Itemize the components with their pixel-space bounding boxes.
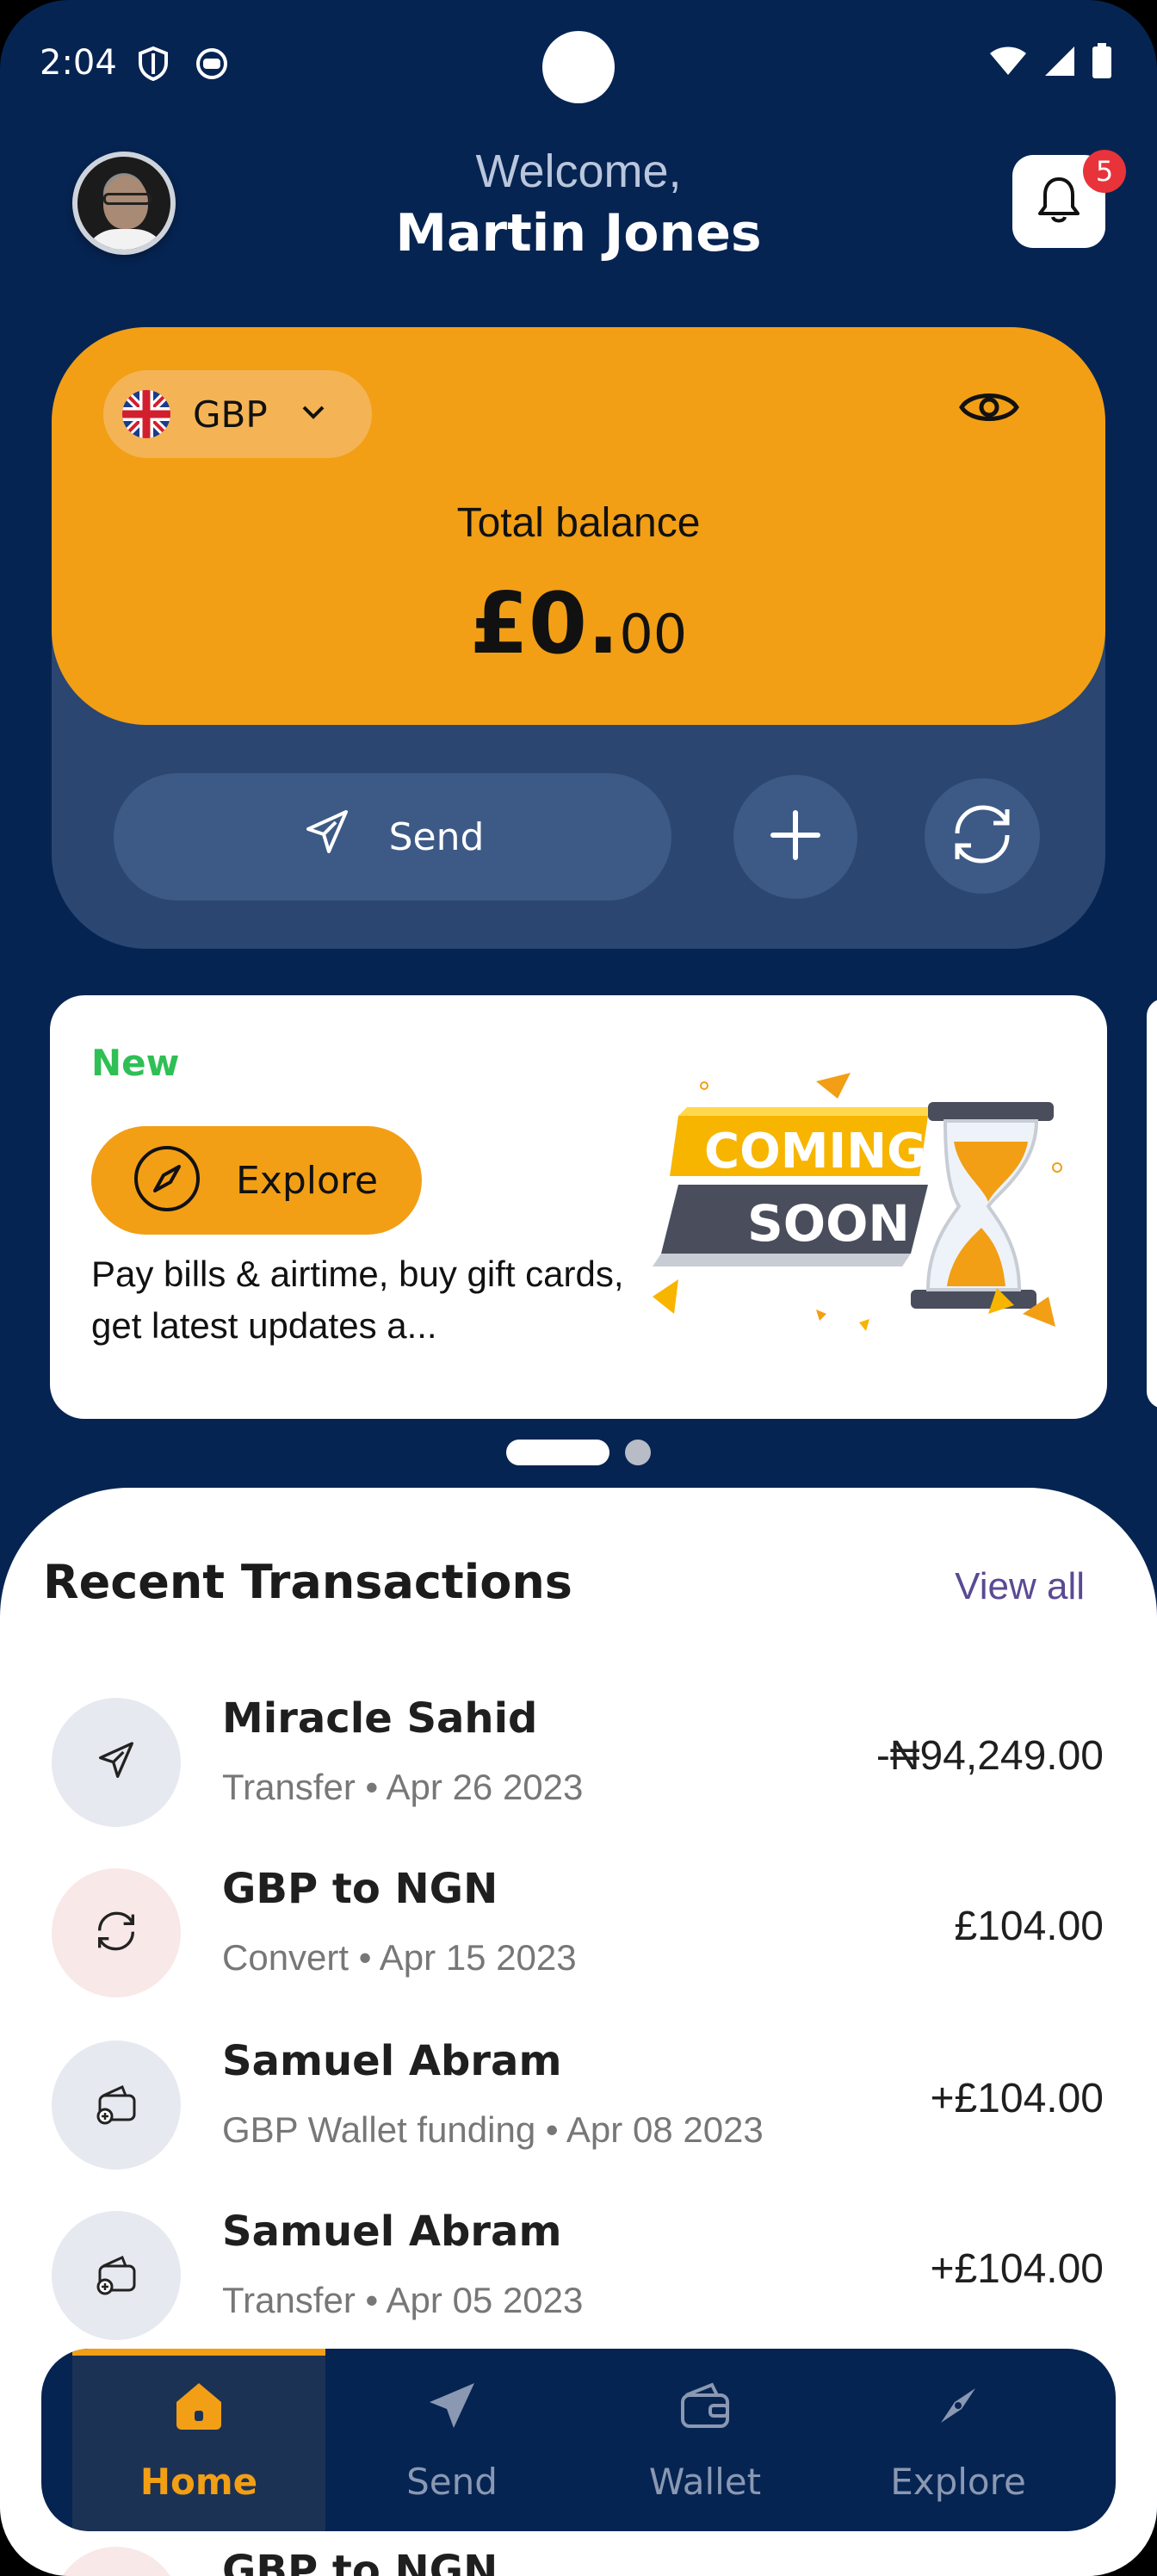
promo-new-tag: New [91, 1042, 180, 1084]
transaction-row[interactable]: Miracle Sahid Transfer • Apr 26 2023 -₦9… [0, 1689, 1157, 1861]
explore-button[interactable]: Explore [91, 1126, 422, 1235]
transaction-icon-circle [52, 2547, 181, 2576]
send-button[interactable]: Send [114, 773, 671, 901]
promo-description: Pay bills & airtime, buy gift cards, get… [91, 1254, 624, 1346]
uk-flag-icon [122, 390, 170, 438]
nav-send-label: Send [406, 2460, 498, 2503]
transaction-name: Samuel Abram [222, 2208, 562, 2256]
currency-selector[interactable]: GBP [103, 370, 372, 458]
wifi-icon [988, 46, 1028, 80]
transaction-row[interactable]: GBP to NGN [0, 2547, 1157, 2576]
total-balance-label: Total balance [456, 500, 701, 546]
wallet-add-icon [93, 2251, 139, 2300]
transaction-icon-circle [52, 1868, 181, 1997]
transaction-row[interactable]: Samuel Abram GBP Wallet funding • Apr 08… [0, 2032, 1157, 2204]
nav-wallet-label: Wallet [648, 2460, 762, 2503]
eye-icon [959, 393, 1019, 432]
recent-transactions-title: Recent Transactions [43, 1555, 572, 1609]
transaction-amount: +£104.00 [930, 2246, 1104, 2292]
nav-home[interactable]: Home [72, 2349, 325, 2531]
compass-icon [931, 2378, 986, 2442]
compass-icon [133, 1144, 201, 1217]
user-name: Martin Jones [395, 203, 762, 263]
nav-send[interactable]: Send [325, 2349, 578, 2531]
shield-icon [138, 46, 169, 84]
nav-explore[interactable]: Explore [832, 2349, 1085, 2531]
transaction-name: GBP to NGN [222, 1865, 498, 1913]
transaction-meta: Convert • Apr 15 2023 [222, 1937, 577, 1978]
transaction-name: GBP to NGN [222, 2547, 498, 2576]
balance-amount-decimal: 00 [619, 603, 688, 666]
convert-icon [944, 796, 1021, 876]
send-icon [95, 1739, 138, 1786]
currency-label: GBP [193, 393, 268, 436]
transaction-name: Miracle Sahid [222, 1694, 538, 1743]
transaction-icon-circle [52, 1698, 181, 1827]
battery-icon [1092, 43, 1112, 83]
transaction-meta: Transfer • Apr 26 2023 [222, 1767, 584, 1807]
send-icon [301, 807, 353, 868]
transaction-meta: Transfer • Apr 05 2023 [222, 2280, 584, 2320]
convert-icon [90, 1905, 142, 1960]
nav-wallet[interactable]: Wallet [578, 2349, 832, 2531]
notification-badge: 5 [1083, 150, 1126, 193]
balance-amount: £0.00 [0, 575, 1157, 673]
next-promo-card[interactable] [1147, 999, 1157, 1409]
transaction-amount: £104.00 [954, 1904, 1104, 1949]
carousel-dot-active[interactable] [506, 1440, 609, 1465]
app-status-icon [195, 46, 229, 84]
welcome-text: Welcome, [475, 146, 682, 197]
soon-text: SOON [747, 1194, 910, 1253]
promo-card[interactable]: New Explore Pay bills & airtime, buy gif… [50, 995, 1107, 1419]
camera-cutout [542, 31, 615, 103]
transaction-icon-circle [52, 2040, 181, 2170]
plus-icon [768, 808, 823, 866]
toggle-balance-visibility-button[interactable] [959, 386, 1019, 432]
status-bar: 2:04 [0, 0, 1157, 129]
home-icon [171, 2378, 226, 2442]
convert-button[interactable] [925, 778, 1040, 894]
carousel-indicator [506, 1440, 651, 1465]
balance-amount-main: £0. [469, 575, 620, 673]
nav-explore-label: Explore [890, 2460, 1026, 2503]
send-button-label: Send [388, 814, 485, 859]
view-all-link[interactable]: View all [955, 1565, 1085, 1608]
transaction-amount: -₦94,249.00 [875, 1733, 1104, 1779]
add-money-button[interactable] [733, 775, 857, 899]
chevron-down-icon [300, 404, 326, 424]
signal-icon [1043, 45, 1076, 81]
coming-soon-illustration: COMING SOON [644, 1064, 1092, 1357]
transaction-amount: +£104.00 [930, 2076, 1104, 2121]
transaction-icon-circle [52, 2211, 181, 2340]
nav-home-label: Home [139, 2460, 258, 2503]
send-icon [424, 2378, 480, 2442]
wallet-icon [677, 2378, 733, 2442]
coming-text: COMING [704, 1124, 926, 1180]
wallet-add-icon [93, 2080, 139, 2130]
status-time: 2:04 [40, 43, 117, 83]
transaction-name: Samuel Abram [222, 2037, 562, 2085]
transaction-meta: GBP Wallet funding • Apr 08 2023 [222, 2109, 764, 2150]
bell-icon [1035, 174, 1083, 229]
bottom-navigation: Home Send Wallet Explore [41, 2349, 1116, 2531]
explore-button-label: Explore [236, 1158, 379, 1203]
carousel-dot[interactable] [625, 1440, 651, 1465]
app-screen: 2:04 Welcome, Martin Jones 5 GBP Total b… [0, 0, 1157, 2576]
transaction-row[interactable]: GBP to NGN Convert • Apr 15 2023 £104.00 [0, 1860, 1157, 2032]
